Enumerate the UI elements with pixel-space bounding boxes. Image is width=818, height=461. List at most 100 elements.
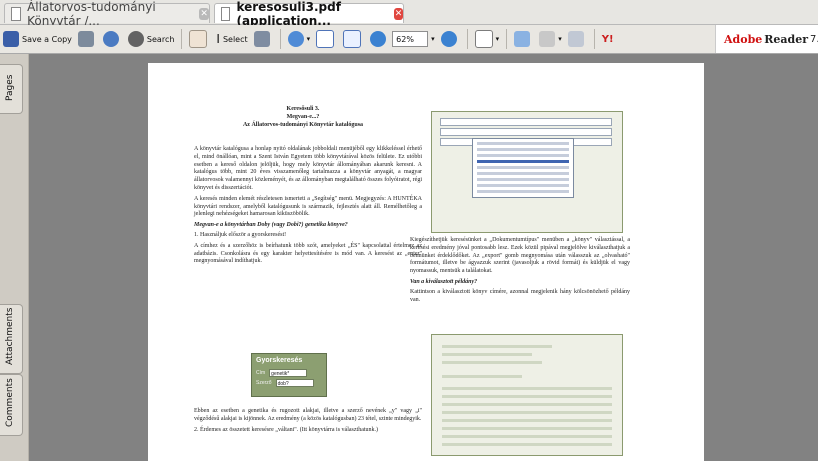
paragraph: 2. Érdemes az összetett keresésre „válta… bbox=[194, 426, 379, 433]
field-value: dob? bbox=[275, 379, 314, 387]
attachments-label: Attachments bbox=[5, 307, 15, 365]
result-line bbox=[442, 411, 612, 414]
fit-width-button[interactable] bbox=[340, 28, 367, 50]
camera-icon bbox=[253, 31, 270, 47]
paragraph: A címhez és a szerzőhöz is beírhatunk tö… bbox=[194, 242, 422, 265]
document-type-dropdown bbox=[472, 138, 574, 198]
quick-search-title-field: Cím genetik* bbox=[256, 369, 322, 377]
field-label: Cím bbox=[256, 370, 266, 376]
save-icon bbox=[3, 31, 19, 47]
select-label: Select bbox=[222, 34, 248, 44]
results-screenshot bbox=[431, 334, 623, 456]
search-label: Search bbox=[146, 34, 175, 44]
tab-comments[interactable]: Comments bbox=[0, 374, 23, 436]
zoom-tool-button[interactable]: ▾ bbox=[285, 28, 314, 50]
plus-icon bbox=[440, 31, 457, 47]
magnifier-icon bbox=[287, 31, 304, 47]
advanced-search-screenshot bbox=[431, 111, 623, 233]
tab-attachments[interactable]: Attachments bbox=[0, 304, 23, 374]
tab-label: keresosuli3.pdf (application... bbox=[236, 0, 341, 28]
document-title: Keresősuli 3. Megvan-e...? Az Állatorvos… bbox=[188, 106, 418, 129]
zoom-in-button[interactable] bbox=[438, 28, 463, 50]
chevron-down-icon: ▾ bbox=[558, 35, 562, 43]
rotate-icon bbox=[514, 31, 531, 47]
title-line: Keresősuli 3. bbox=[286, 106, 320, 112]
quick-search-panel: Gyorskeresés Cím genetik* Szerző dob? bbox=[251, 353, 327, 397]
document-viewer[interactable]: Keresősuli 3. Megvan-e...? Az Állatorvos… bbox=[29, 54, 818, 461]
page-layout-icon bbox=[474, 30, 493, 48]
subheading: Megvan-e a könyvtárban Doby (vagy Dobi?)… bbox=[194, 222, 348, 229]
pages-label: Pages bbox=[5, 74, 15, 101]
pen-icon bbox=[539, 31, 556, 47]
close-tab-icon[interactable]: ✕ bbox=[199, 7, 209, 20]
text-cursor-icon: I bbox=[216, 32, 220, 46]
printer-icon bbox=[77, 31, 94, 47]
tab-pages[interactable]: Pages bbox=[0, 64, 23, 114]
field-value: genetik* bbox=[269, 369, 308, 377]
adobe-reader-logo: Adobe Reader 7. bbox=[715, 25, 818, 53]
field-label: Szerző bbox=[256, 380, 272, 386]
rotate-button[interactable] bbox=[511, 28, 536, 50]
result-line bbox=[442, 387, 612, 390]
result-line bbox=[442, 419, 612, 422]
reader-label: Reader bbox=[764, 32, 809, 46]
print-button[interactable] bbox=[75, 28, 100, 50]
email-button[interactable] bbox=[100, 28, 125, 50]
form-row bbox=[440, 118, 612, 126]
page-layout-button[interactable]: ▾ bbox=[472, 28, 503, 50]
hand-icon bbox=[189, 30, 208, 48]
zoom-out-button[interactable] bbox=[367, 28, 392, 50]
toolbar-separator bbox=[181, 29, 183, 49]
yahoo-search-button[interactable]: Y! bbox=[599, 28, 617, 50]
title-line: Megvan-e...? bbox=[286, 113, 320, 120]
toolbar-separator bbox=[466, 29, 468, 49]
result-line bbox=[442, 403, 612, 406]
result-line bbox=[442, 443, 612, 446]
yahoo-icon: Y! bbox=[601, 33, 614, 45]
tab-keresosuli[interactable]: keresosuli3.pdf (application... ✕ bbox=[214, 0, 404, 28]
document-icon bbox=[11, 6, 22, 21]
save-copy-label: Save a Copy bbox=[22, 34, 72, 44]
chevron-down-icon: ▾ bbox=[431, 35, 435, 43]
email-icon bbox=[102, 31, 119, 47]
close-tab-icon[interactable]: ✕ bbox=[394, 7, 403, 20]
binoculars-icon bbox=[127, 31, 144, 47]
chevron-down-icon: ▾ bbox=[495, 35, 500, 43]
select-tool-button[interactable]: I Select bbox=[213, 28, 250, 50]
tab-allatorvos[interactable]: Állatorvos-tudományi Könyvtár /... ✕ bbox=[4, 0, 210, 28]
toolbar-separator bbox=[593, 29, 595, 49]
zoom-dropdown[interactable]: ▾ bbox=[428, 28, 438, 50]
paragraph: Ebben az esetben a genetika és rugozott … bbox=[194, 408, 422, 422]
minus-icon bbox=[370, 31, 387, 47]
tab-label: Állatorvos-tudományi Könyvtár /... bbox=[27, 0, 156, 28]
result-line bbox=[442, 427, 612, 430]
result-line bbox=[442, 361, 542, 364]
left-column: A könyvtár katalógusa a honlap nyitó old… bbox=[194, 146, 422, 269]
quick-search-title: Gyorskeresés bbox=[256, 357, 303, 364]
left-column-bottom: Ebben az esetben a genetika és rugozott … bbox=[194, 408, 422, 437]
comments-label: Comments bbox=[5, 378, 15, 427]
sign-button[interactable]: ▾ bbox=[536, 28, 565, 50]
paragraph: A keresés minden elemét részletesen isme… bbox=[194, 195, 422, 218]
navigation-pane: Pages Attachments Comments bbox=[0, 54, 29, 461]
page-icon bbox=[316, 30, 335, 48]
paragraph: A könyvtár katalógusa a honlap nyitó old… bbox=[194, 146, 422, 191]
document-icon bbox=[221, 6, 231, 21]
subheading: Van a kiválasztott példány? bbox=[410, 278, 478, 285]
zoom-input[interactable]: 62% bbox=[392, 31, 429, 47]
pdf-page: Keresősuli 3. Megvan-e...? Az Állatorvos… bbox=[148, 63, 704, 461]
paragraph: Kattintson a kiválasztott könyv címére, … bbox=[410, 288, 630, 303]
result-line bbox=[442, 375, 522, 378]
toolbar-separator bbox=[279, 29, 281, 49]
result-line bbox=[442, 435, 612, 438]
result-line bbox=[442, 353, 532, 356]
search-button[interactable]: Search bbox=[125, 28, 177, 50]
help-icon bbox=[567, 31, 584, 47]
help-button[interactable] bbox=[565, 28, 590, 50]
actual-size-button[interactable] bbox=[313, 28, 340, 50]
hand-tool-button[interactable] bbox=[186, 28, 213, 50]
save-copy-button[interactable]: Save a Copy bbox=[0, 28, 75, 50]
snapshot-button[interactable] bbox=[251, 28, 276, 50]
right-column: Kiegészíthetjük keresésünket a „Dokument… bbox=[410, 237, 630, 307]
form-row bbox=[440, 128, 612, 136]
